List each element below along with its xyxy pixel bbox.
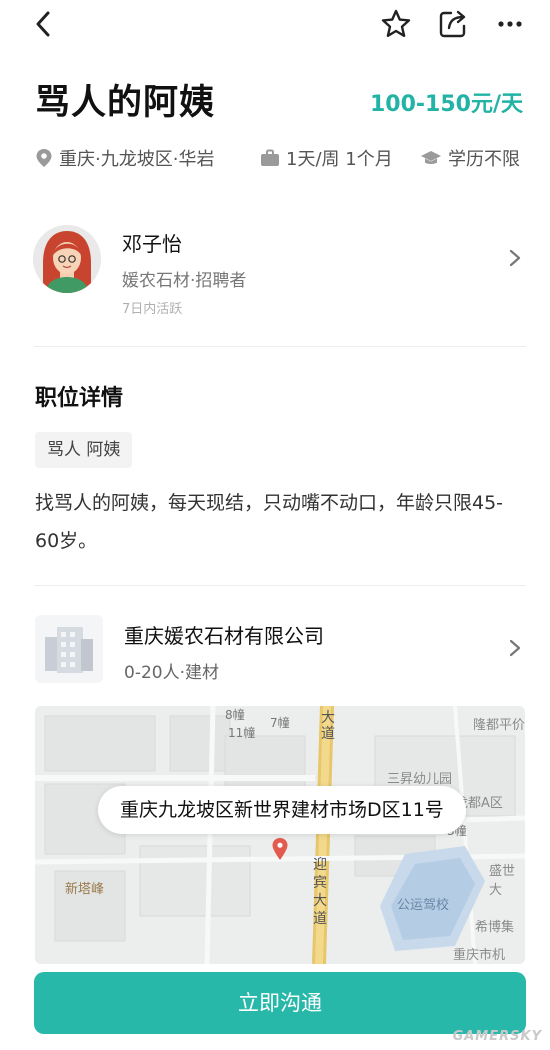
more-icon[interactable] <box>494 8 526 40</box>
map-poi: 重庆市机 <box>453 948 506 963</box>
job-schedule: 1天/周 1个月 <box>260 145 393 171</box>
job-education: 学历不限 <box>420 145 520 171</box>
recruiter-role: 媛农石材·招聘者 <box>122 271 247 291</box>
company-card[interactable]: 重庆媛农石材有限公司 0-20人·建材 <box>0 600 550 690</box>
map-poi: 盛世大 <box>489 864 516 898</box>
map-poi: 三昇幼儿园 <box>387 772 453 787</box>
divider <box>34 346 526 347</box>
briefcase-icon <box>261 149 279 166</box>
contact-now-button[interactable]: 立即沟通 <box>34 972 526 1034</box>
location-icon <box>36 149 52 167</box>
star-icon[interactable] <box>380 8 412 40</box>
map-poi: 公运驾校 <box>397 898 450 913</box>
section-title: 职位详情 <box>35 386 124 411</box>
map-poi: 希博集 <box>475 920 515 935</box>
map-poi: 隆都平价 <box>473 718 525 733</box>
map-label: 8幢 <box>225 708 245 722</box>
job-location: 重庆·九龙坡区·华岩 <box>35 145 214 171</box>
location-text: 重庆·九龙坡区·华岩 <box>59 149 215 170</box>
location-map[interactable]: 8幢 7幢 11幢 3幢 大道 迎宾大道 三昇幼儿园 龙都A区 隆都平价 盛世大… <box>35 706 525 964</box>
building-icon <box>45 627 93 673</box>
share-icon[interactable] <box>437 8 469 40</box>
recruiter-card[interactable]: 邓子怡 媛农石材·招聘者 7日内活跃 <box>0 220 550 330</box>
company-logo <box>35 615 103 683</box>
company-info: 0-20人·建材 <box>124 663 219 683</box>
schedule-text: 1天/周 1个月 <box>286 149 393 170</box>
job-title: 骂人的阿姨 <box>35 83 216 123</box>
map-label: 7幢 <box>270 716 290 730</box>
education-text: 学历不限 <box>448 149 520 170</box>
recruiter-name: 邓子怡 <box>122 232 182 256</box>
watermark: GAMERSKY <box>452 1029 542 1044</box>
divider <box>34 585 526 586</box>
map-pin-icon <box>272 838 288 860</box>
map-road-label: 大道 <box>321 710 335 742</box>
job-description: 找骂人的阿姨，每天现结，只动嘴不动口，年龄只限45-60岁。 <box>35 492 504 552</box>
map-poi: 新塔峰 <box>65 882 105 897</box>
job-tag: 骂人 阿姨 <box>35 432 133 468</box>
recruiter-active-status: 7日内活跃 <box>122 302 183 317</box>
map-road-label: 迎宾大道 <box>313 857 327 927</box>
chevron-right-icon <box>509 249 521 267</box>
top-bar <box>0 0 550 50</box>
salary-range: 100-150元/天 <box>369 92 523 117</box>
back-icon[interactable] <box>30 8 58 40</box>
avatar <box>33 225 101 293</box>
company-name: 重庆媛农石材有限公司 <box>124 624 324 648</box>
education-icon <box>421 151 441 164</box>
chevron-right-icon <box>509 639 521 657</box>
map-label: 11幢 <box>228 726 256 740</box>
map-address-bubble: 重庆九龙坡区新世界建材市场D区11号 <box>98 786 466 834</box>
